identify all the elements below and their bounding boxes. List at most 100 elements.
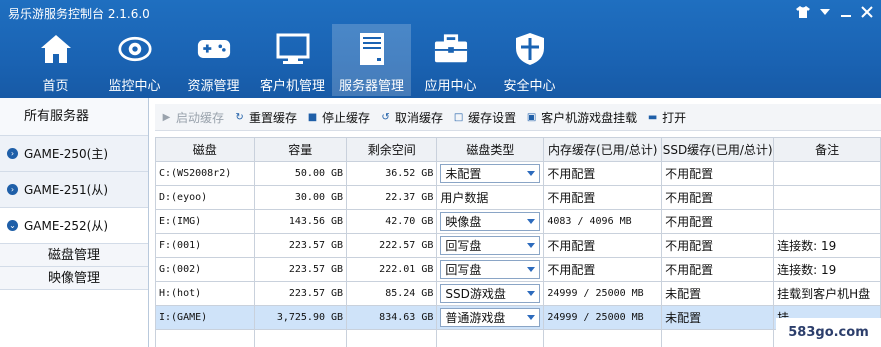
cell-disk: G:(002) bbox=[155, 257, 255, 282]
chevron-down-icon bbox=[527, 291, 536, 296]
reset-icon: ↻ bbox=[235, 111, 244, 123]
cell-ssd-cache: 不用配置 bbox=[661, 233, 775, 258]
button-label: 取消缓存 bbox=[395, 110, 444, 125]
disk-type-select[interactable]: 映像盘 bbox=[440, 212, 541, 231]
disk-type-value: 回写盘 bbox=[445, 239, 482, 253]
disk-type-value: 普通游戏盘 bbox=[445, 311, 506, 325]
nav-server-management[interactable]: 服务器管理 bbox=[332, 24, 411, 96]
disk-type-select[interactable]: 回写盘 bbox=[440, 236, 541, 255]
button-label: 客户机游戏盘挂载 bbox=[541, 110, 638, 125]
shirt-icon[interactable] bbox=[793, 4, 813, 20]
nav-client-management[interactable]: 客户机管理 bbox=[253, 24, 332, 96]
col-header-disk-type[interactable]: 磁盘类型 bbox=[436, 137, 545, 162]
col-header-memory-cache[interactable]: 内存缓存(已用/总计) bbox=[543, 137, 663, 162]
disk-type-value: 映像盘 bbox=[445, 215, 482, 229]
chevron-down-icon bbox=[527, 267, 536, 272]
cell-memory-cache bbox=[543, 329, 663, 347]
minimize-icon[interactable] bbox=[836, 4, 856, 20]
cell-capacity: 143.56 GB bbox=[253, 209, 348, 234]
nav-label: 资源管理 bbox=[187, 79, 240, 94]
table-row[interactable]: I:(GAME) 3,725.90 GB 834.63 GB 普通游戏盘 24999 /… bbox=[155, 305, 881, 330]
cell-ssd-cache: 不用配置 bbox=[661, 161, 775, 186]
button-label: 停止缓存 bbox=[322, 110, 371, 125]
gamepad-icon bbox=[197, 32, 231, 66]
col-header-disk[interactable]: 磁盘 bbox=[155, 137, 255, 162]
monitor-icon bbox=[276, 32, 310, 66]
cell-free-space bbox=[346, 329, 438, 347]
cell-ssd-cache: 不用配置 bbox=[661, 185, 775, 210]
table-row[interactable]: C:(WS2008r2) 50.00 GB 36.52 GB 未配置 不用配置 不用配置 bbox=[155, 161, 881, 186]
cancel-cache-button[interactable]: ↺ 取消缓存 bbox=[380, 109, 443, 126]
disk-type-select[interactable]: SSD游戏盘 bbox=[440, 284, 541, 303]
cell-disk: H:(hot) bbox=[155, 281, 255, 306]
close-icon[interactable] bbox=[857, 4, 877, 20]
cell-note: 连接数: 19 bbox=[773, 257, 881, 282]
table-row[interactable] bbox=[155, 329, 881, 347]
cell-disk bbox=[155, 329, 255, 347]
open-button[interactable]: ▬ 打开 bbox=[647, 109, 686, 126]
nav-label: 监控中心 bbox=[108, 79, 161, 94]
table-row[interactable]: F:(001) 223.57 GB 222.57 GB 回写盘 不用配置 不用配置 连接数:… bbox=[155, 233, 881, 258]
cell-ssd-cache bbox=[661, 329, 775, 347]
image-management-item[interactable]: 映像管理 bbox=[0, 267, 148, 290]
nav-monitor-center[interactable]: 监控中心 bbox=[95, 24, 174, 96]
cell-capacity: 30.00 GB bbox=[253, 185, 348, 210]
server-item[interactable]: › GAME-250(主) bbox=[0, 136, 148, 172]
cell-free-space: 222.01 GB bbox=[346, 257, 438, 282]
cell-note bbox=[773, 209, 881, 234]
cell-free-space: 22.37 GB bbox=[346, 185, 438, 210]
client-game-disk-mount-button[interactable]: ▣ 客户机游戏盘挂载 bbox=[526, 109, 637, 126]
disk-type-select[interactable]: 未配置 bbox=[440, 164, 541, 183]
folder-icon: ▬ bbox=[647, 111, 658, 123]
nav-home[interactable]: 首页 bbox=[16, 24, 95, 96]
stop-cache-button[interactable]: ■ 停止缓存 bbox=[307, 109, 370, 126]
cell-disk: E:(IMG) bbox=[155, 209, 255, 234]
start-cache-button[interactable]: ▶ 启动缓存 bbox=[161, 109, 224, 126]
expand-icon: › bbox=[7, 148, 18, 159]
disk-type-select[interactable]: 普通游戏盘 bbox=[440, 308, 541, 327]
cell-disk: I:(GAME) bbox=[155, 305, 255, 330]
cell-memory-cache: 不用配置 bbox=[543, 257, 663, 282]
nav-label: 客户机管理 bbox=[259, 79, 325, 94]
nav-security-center[interactable]: 安全中心 bbox=[490, 24, 569, 96]
cell-disk-type: 普通游戏盘 bbox=[436, 305, 545, 330]
server-label: GAME-250(主) bbox=[24, 147, 109, 161]
server-item[interactable]: ⌄ GAME-252(从) bbox=[0, 208, 148, 244]
nav-label: 服务器管理 bbox=[338, 79, 404, 94]
disk-type-value: SSD游戏盘 bbox=[445, 287, 506, 301]
reset-cache-button[interactable]: ↻ 重置缓存 bbox=[234, 109, 297, 126]
cell-disk-type: 未配置 bbox=[436, 161, 545, 186]
col-header-ssd-cache[interactable]: SSD缓存(已用/总计) bbox=[661, 137, 775, 162]
table-row[interactable]: E:(IMG) 143.56 GB 42.70 GB 映像盘 4083 / 4096 M… bbox=[155, 209, 881, 234]
cell-free-space: 834.63 GB bbox=[346, 305, 438, 330]
chevron-down-icon bbox=[527, 315, 536, 320]
cell-ssd-cache: 未配置 bbox=[661, 281, 775, 306]
dropdown-icon[interactable] bbox=[815, 4, 835, 20]
table-row[interactable]: D:(eyoo) 30.00 GB 22.37 GB 用户数据 不用配置 不用配置 bbox=[155, 185, 881, 210]
col-header-capacity[interactable]: 容量 bbox=[253, 137, 348, 162]
button-label: 打开 bbox=[662, 110, 687, 125]
cell-capacity: 223.57 GB bbox=[253, 257, 348, 282]
mount-icon: ▣ bbox=[526, 111, 537, 123]
cache-settings-button[interactable]: □ 缓存设置 bbox=[453, 109, 516, 126]
cell-disk-type bbox=[436, 329, 545, 347]
col-header-free-space[interactable]: 剩余空间 bbox=[346, 137, 438, 162]
cell-capacity bbox=[253, 329, 348, 347]
disk-type-select[interactable]: 回写盘 bbox=[440, 260, 541, 279]
chevron-down-icon bbox=[527, 171, 536, 176]
nav-app-center[interactable]: 应用中心 bbox=[411, 24, 490, 96]
all-servers-header[interactable]: 所有服务器 bbox=[0, 98, 148, 136]
table-row[interactable]: H:(hot) 223.57 GB 85.24 GB SSD游戏盘 24999 / 25… bbox=[155, 281, 881, 306]
button-label: 重置缓存 bbox=[249, 110, 298, 125]
cell-memory-cache: 不用配置 bbox=[543, 185, 663, 210]
cell-disk: F:(001) bbox=[155, 233, 255, 258]
eye-icon bbox=[117, 32, 152, 66]
button-label: 缓存设置 bbox=[468, 110, 517, 125]
home-icon bbox=[39, 32, 73, 66]
cell-ssd-cache: 未配置 bbox=[661, 305, 775, 330]
col-header-note[interactable]: 备注 bbox=[773, 137, 881, 162]
server-item[interactable]: › GAME-251(从) bbox=[0, 172, 148, 208]
table-row[interactable]: G:(002) 223.57 GB 222.01 GB 回写盘 不用配置 不用配置 连接数:… bbox=[155, 257, 881, 282]
nav-resource-management[interactable]: 资源管理 bbox=[174, 24, 253, 96]
disk-management-item[interactable]: 磁盘管理 bbox=[0, 244, 148, 267]
